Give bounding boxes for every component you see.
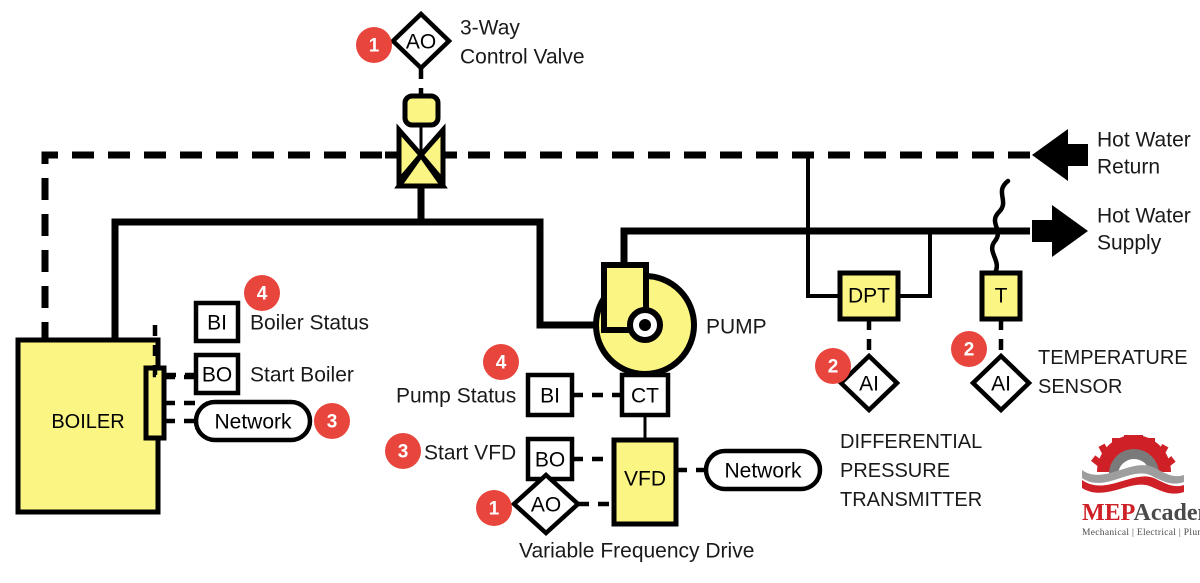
start-boiler-label: Start Boiler bbox=[250, 364, 354, 387]
temperature-sensor[interactable]: T bbox=[979, 270, 1023, 322]
temperature-caption-line2: SENSOR bbox=[1038, 376, 1122, 398]
dpt[interactable]: DPT bbox=[837, 270, 901, 322]
pump-label: PUMP bbox=[706, 316, 767, 339]
hot-water-return-label-line1: Hot Water bbox=[1097, 129, 1191, 152]
hot-water-return-arrow bbox=[1032, 129, 1088, 181]
pump-status-label: Pump Status bbox=[396, 385, 516, 408]
hot-water-return-label-line2: Return bbox=[1097, 156, 1160, 179]
supply-pipe-boiler-to-pump bbox=[111, 218, 625, 340]
vfd-bo-label: BO bbox=[535, 449, 565, 472]
badge-valve-ao: 1 bbox=[356, 27, 392, 63]
valve-ao-label: AO bbox=[406, 31, 436, 54]
mep-academy-logo: MEPAcademy Mechanical | Electrical | Plu… bbox=[1082, 435, 1200, 538]
boiler-bo-label: BO bbox=[202, 364, 232, 387]
boiler-label: BOILER bbox=[51, 411, 124, 433]
badge-dpt-ai-number: 2 bbox=[828, 357, 839, 378]
boiler-bi-label: BI bbox=[207, 312, 227, 335]
hot-water-supply-arrow bbox=[1032, 205, 1088, 257]
point-boiler-network[interactable]: Network bbox=[193, 399, 313, 443]
start-vfd-label: Start VFD bbox=[424, 442, 516, 465]
badge-vfd-ao: 1 bbox=[476, 490, 512, 526]
boiler[interactable]: BOILER bbox=[15, 337, 167, 515]
point-boiler-bo[interactable]: BO bbox=[193, 352, 241, 396]
dpt-label: DPT bbox=[848, 285, 890, 308]
point-temp-ai[interactable]: AI bbox=[969, 352, 1033, 414]
temperature-caption-line1: TEMPERATURE bbox=[1038, 347, 1188, 369]
badge-pump-bi: 4 bbox=[483, 344, 519, 380]
point-vfd-ao[interactable]: AO bbox=[510, 471, 582, 537]
badge-vfd-ao-number: 1 bbox=[489, 499, 500, 520]
point-ct[interactable]: CT bbox=[619, 372, 671, 418]
point-pump-bi[interactable]: BI bbox=[525, 372, 575, 418]
vfd-network-label: Network bbox=[724, 460, 802, 483]
vfd-label: VFD bbox=[624, 468, 666, 491]
pump-bi-label: BI bbox=[540, 385, 560, 408]
vfd-caption: Variable Frequency Drive bbox=[519, 540, 754, 563]
badge-boiler-bi: 4 bbox=[244, 275, 280, 311]
point-boiler-bi[interactable]: BI bbox=[193, 300, 241, 344]
badge-vfd-bo: 3 bbox=[385, 433, 421, 469]
hot-water-supply-label-line2: Supply bbox=[1097, 232, 1162, 255]
supply-pipe-pump-to-outlet bbox=[620, 227, 1030, 265]
hvac-controls-diagram: Hot Water Return Hot Water Supply AO 1 3… bbox=[15, 10, 1200, 563]
dpt-ai-label: AI bbox=[859, 373, 879, 396]
dpt-caption-line1: DIFFERENTIAL bbox=[840, 431, 982, 453]
temperature-capillary bbox=[989, 178, 1011, 276]
badge-pump-bi-number: 4 bbox=[496, 353, 507, 374]
badge-valve-ao-number: 1 bbox=[369, 36, 380, 57]
control-valve-caption-line1: 3-Way bbox=[460, 17, 520, 40]
logo-academy-text: Academy bbox=[1134, 500, 1200, 526]
vfd-ao-label: AO bbox=[531, 494, 561, 517]
vfd[interactable]: VFD bbox=[611, 437, 679, 527]
badge-boiler-network-number: 3 bbox=[327, 412, 338, 433]
badge-dpt-ai: 2 bbox=[815, 348, 851, 384]
dpt-sense-line-return bbox=[806, 231, 840, 298]
point-vfd-network[interactable]: Network bbox=[703, 448, 823, 492]
temperature-sensor-label: T bbox=[995, 285, 1008, 308]
valve-actuator[interactable] bbox=[402, 93, 441, 128]
hot-water-supply-label-line1: Hot Water bbox=[1097, 205, 1191, 228]
badge-temp-ai: 2 bbox=[951, 331, 987, 367]
ct-label: CT bbox=[631, 385, 659, 408]
temp-ai-label: AI bbox=[991, 373, 1011, 396]
control-valve-caption-line2: Control Valve bbox=[460, 46, 585, 69]
dpt-caption-line2: PRESSURE bbox=[840, 460, 950, 482]
badge-boiler-network: 3 bbox=[314, 403, 350, 439]
boiler-network-label: Network bbox=[214, 411, 292, 434]
logo-mep-text: MEP bbox=[1082, 500, 1135, 526]
point-vfd-bo[interactable]: BO bbox=[525, 436, 575, 482]
boiler-control-panel[interactable] bbox=[143, 365, 167, 441]
pump[interactable] bbox=[593, 262, 697, 377]
logo-wordmark: MEPAcademy bbox=[1082, 500, 1200, 526]
badge-vfd-bo-number: 3 bbox=[398, 442, 409, 463]
logo-tagline: Mechanical | Electrical | Plumbing bbox=[1082, 528, 1200, 538]
badge-temp-ai-number: 2 bbox=[964, 340, 975, 361]
badge-boiler-bi-number: 4 bbox=[257, 284, 268, 305]
boiler-status-label: Boiler Status bbox=[250, 312, 369, 335]
three-way-control-valve[interactable] bbox=[385, 93, 457, 189]
dpt-caption-line3: TRANSMITTER bbox=[840, 489, 982, 511]
point-valve-ao[interactable]: AO bbox=[389, 10, 453, 72]
dpt-sense-line-supply bbox=[898, 231, 932, 298]
